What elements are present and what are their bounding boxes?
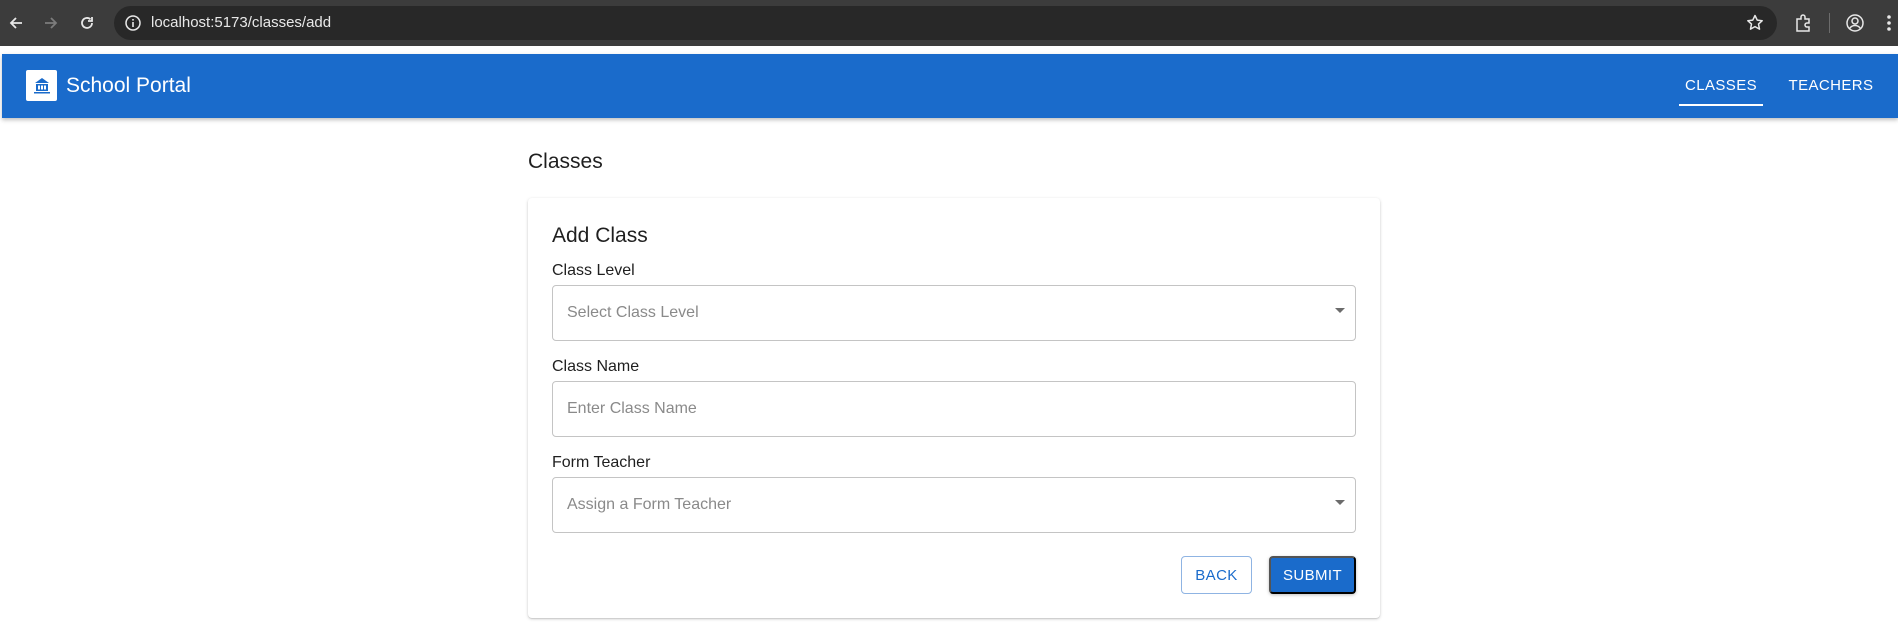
back-arrow-icon[interactable]: [3, 10, 29, 36]
app-header: School Portal CLASSES TEACHERS: [2, 54, 1898, 118]
form-teacher-placeholder: Assign a Form Teacher: [567, 496, 732, 513]
address-url[interactable]: localhost:5173/classes/add: [151, 6, 331, 40]
address-bar[interactable]: localhost:5173/classes/add: [114, 6, 1777, 40]
chevron-down-icon: [1335, 500, 1345, 505]
school-logo-icon: [26, 70, 57, 101]
form-title: Add Class: [552, 224, 648, 247]
back-button[interactable]: BACK: [1181, 556, 1252, 594]
forward-arrow-icon[interactable]: [38, 10, 64, 36]
class-level-placeholder: Select Class Level: [567, 304, 699, 321]
toolbar-divider: [1829, 13, 1830, 33]
form-teacher-select[interactable]: Assign a Form Teacher: [552, 477, 1356, 533]
nav-tab-label: TEACHERS: [1788, 77, 1874, 94]
form-teacher-label: Form Teacher: [552, 454, 651, 471]
browser-toolbar: localhost:5173/classes/add: [0, 0, 1898, 46]
profile-icon[interactable]: [1842, 10, 1868, 36]
submit-button[interactable]: SUBMIT: [1269, 556, 1356, 594]
extensions-icon[interactable]: [1790, 10, 1816, 36]
class-name-field: [552, 381, 1356, 437]
bookmark-star-icon[interactable]: [1745, 13, 1765, 33]
class-name-input[interactable]: [553, 382, 1355, 436]
browser-menu-icon[interactable]: [1880, 10, 1898, 36]
nav-tab-classes[interactable]: CLASSES: [1679, 54, 1763, 118]
class-level-select[interactable]: Select Class Level: [552, 285, 1356, 341]
nav-tab-label: CLASSES: [1685, 77, 1757, 94]
class-name-label: Class Name: [552, 358, 640, 375]
app-title: School Portal: [66, 74, 191, 97]
reload-icon[interactable]: [74, 10, 100, 36]
page-title: Classes: [528, 150, 603, 173]
nav-tab-teachers[interactable]: TEACHERS: [1779, 54, 1883, 118]
add-class-card: Add Class Class Level Select Class Level…: [528, 198, 1380, 618]
site-info-icon[interactable]: [124, 14, 142, 32]
class-level-label: Class Level: [552, 262, 635, 279]
chevron-down-icon: [1335, 308, 1345, 313]
